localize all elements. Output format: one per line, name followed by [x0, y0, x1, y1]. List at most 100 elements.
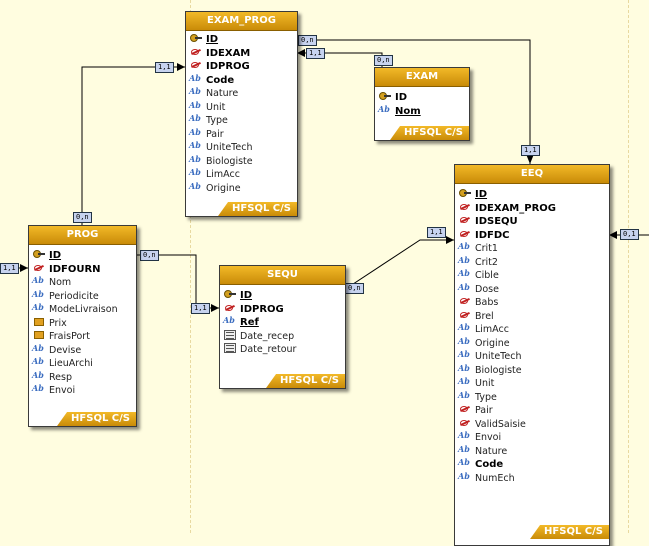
field-row[interactable]: Devise [32, 342, 136, 358]
field-name: IDPROG [206, 61, 250, 72]
field-row[interactable]: Prix [33, 317, 136, 331]
numeric-icon [459, 404, 471, 414]
field-row[interactable]: ID [224, 289, 345, 303]
field-row[interactable]: Crit1 [458, 240, 609, 256]
text-type-icon [189, 99, 202, 113]
field-row[interactable]: IDEXAM_PROG [459, 202, 609, 216]
field-row[interactable]: ModeLivraison [32, 301, 136, 317]
field-row[interactable]: Biologiste [458, 362, 609, 378]
field-name: Dose [475, 283, 499, 295]
field-row[interactable]: Pair [189, 126, 297, 142]
field-row[interactable]: LimAcc [189, 166, 297, 182]
field-row[interactable]: Resp [32, 369, 136, 385]
field-name: FraisPort [49, 331, 90, 342]
field-name: IDEXAM [206, 47, 251, 59]
text-type-icon [189, 180, 202, 194]
field-row[interactable]: ValidSaisie [459, 418, 609, 432]
foreign-key-icon [459, 229, 471, 239]
table-sequ[interactable]: SEQU ID IDPROG Ref Date_recep Date_retou… [219, 265, 346, 389]
field-row[interactable]: LieuArchi [32, 355, 136, 371]
field-row[interactable]: ID [379, 91, 469, 105]
field-row[interactable]: Envoi [458, 429, 609, 445]
field-name: Biologiste [206, 155, 253, 167]
field-row[interactable]: IDFOURN [33, 263, 136, 277]
field-name: ValidSaisie [475, 418, 526, 430]
field-row[interactable]: Origine [458, 335, 609, 351]
field-row[interactable]: Brel [459, 310, 609, 324]
field-row[interactable]: Pair [459, 404, 609, 418]
field-name: IDFDC [475, 229, 510, 241]
field-row[interactable]: Dose [458, 281, 609, 297]
field-row[interactable]: IDPROG [224, 303, 345, 317]
text-type-icon [189, 153, 202, 167]
text-type-icon [189, 139, 202, 153]
field-row[interactable]: Type [458, 389, 609, 405]
field-row[interactable]: Date_recep [224, 329, 345, 344]
text-type-icon [458, 443, 471, 457]
field-row[interactable]: Code [458, 456, 609, 472]
table-title: EXAM_PROG [186, 12, 297, 31]
table-exam-prog[interactable]: EXAM_PROG ID IDEXAM IDPROG Code Nature U… [185, 11, 298, 217]
field-row[interactable]: Type [189, 112, 297, 128]
field-row[interactable]: ID [190, 33, 297, 47]
field-row[interactable]: Cible [458, 267, 609, 283]
field-row[interactable]: Origine [189, 180, 297, 196]
field-row[interactable]: Nom [378, 103, 469, 119]
field-name: ID [49, 250, 62, 261]
field-name: Resp [49, 371, 72, 383]
field-row[interactable]: ID [459, 188, 609, 202]
text-type-icon [458, 456, 471, 470]
field-name: UniteTech [206, 142, 253, 153]
field-row[interactable]: Babs [459, 296, 609, 310]
numeric-icon [459, 418, 471, 428]
table-prog[interactable]: PROG ID IDFOURN Nom Periodicite ModeLivr… [28, 225, 137, 427]
field-name: Nature [475, 445, 508, 457]
table-footer: HFSQL C/S [390, 126, 469, 140]
text-type-icon [189, 112, 202, 126]
field-row[interactable]: Ref [223, 314, 345, 330]
text-type-icon [458, 389, 471, 403]
field-row[interactable]: Unit [458, 375, 609, 391]
field-row[interactable]: Nature [458, 443, 609, 459]
field-row[interactable]: Code [189, 72, 297, 88]
field-row[interactable]: Nom [32, 274, 136, 290]
field-name: Code [206, 74, 235, 86]
text-type-icon [458, 362, 471, 376]
cardinality-label: 0,n [140, 250, 159, 261]
field-row[interactable]: IDFDC [459, 229, 609, 243]
field-name: Babs [475, 297, 499, 308]
field-name: IDEXAM_PROG [475, 202, 556, 214]
field-name: ID [395, 92, 408, 103]
field-name: IDSEQU [475, 216, 518, 227]
field-row[interactable]: Periodicite [32, 288, 136, 304]
field-row[interactable]: UniteTech [458, 348, 609, 364]
cardinality-label: 1,1 [306, 48, 325, 59]
text-type-icon [458, 348, 471, 362]
table-footer: HFSQL C/S [266, 374, 345, 388]
field-row[interactable]: IDEXAM [190, 47, 297, 61]
date-icon [224, 329, 236, 340]
foreign-key-icon [459, 202, 471, 212]
field-row[interactable]: ID [33, 249, 136, 263]
field-row[interactable]: Crit2 [458, 254, 609, 270]
table-exam[interactable]: EXAM ID Nom HFSQL C/S [374, 67, 470, 141]
field-row[interactable]: Unit [189, 99, 297, 115]
text-type-icon [458, 321, 471, 335]
field-name: LimAcc [206, 169, 240, 180]
field-name: UniteTech [475, 351, 522, 362]
field-row[interactable]: Nature [189, 85, 297, 101]
field-row[interactable]: FraisPort [33, 330, 136, 344]
field-name: ID [475, 189, 488, 200]
table-eeq[interactable]: EEQ ID IDEXAM_PROG IDSEQU IDFDC Crit1 Cr… [454, 164, 610, 546]
field-name: Pair [206, 128, 224, 140]
field-row[interactable]: NumEch [458, 470, 609, 486]
field-row[interactable]: Biologiste [189, 153, 297, 169]
field-row[interactable]: IDSEQU [459, 215, 609, 229]
text-type-icon [32, 274, 45, 288]
field-row[interactable]: IDPROG [190, 60, 297, 74]
field-row[interactable]: Date_retour [224, 343, 345, 357]
field-name: Date_retour [240, 344, 297, 355]
field-row[interactable]: LimAcc [458, 321, 609, 337]
field-row[interactable]: Envoi [32, 382, 136, 398]
field-row[interactable]: UniteTech [189, 139, 297, 155]
